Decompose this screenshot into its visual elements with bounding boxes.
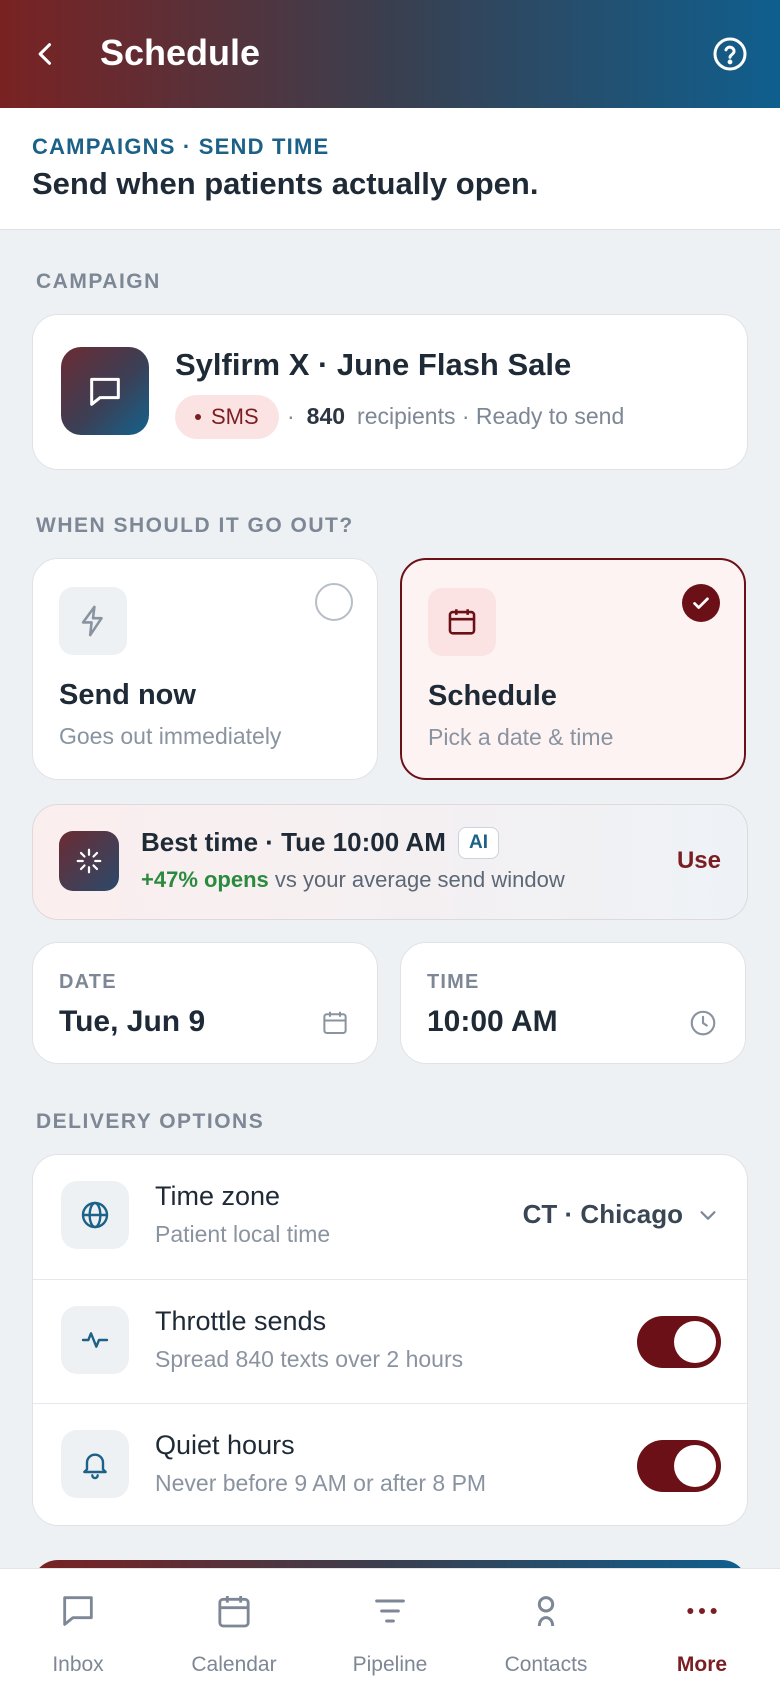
schedule-title: Schedule bbox=[428, 680, 557, 712]
open-uplift: +47% opens bbox=[141, 867, 269, 892]
schedule-option[interactable]: Schedule Pick a date & time bbox=[400, 558, 746, 780]
uplift-context: vs your average send window bbox=[274, 867, 565, 892]
nav-label: Contacts bbox=[504, 1653, 588, 1676]
quiet-toggle[interactable] bbox=[637, 1440, 721, 1492]
nav-label: Calendar bbox=[191, 1653, 277, 1676]
send-now-subtitle: Goes out immediately bbox=[59, 723, 282, 749]
more-icon bbox=[680, 1589, 724, 1633]
date-icon-wrap bbox=[319, 1007, 351, 1039]
delivery-section-label: DELIVERY OPTIONS bbox=[36, 1110, 265, 1133]
chat-icon bbox=[56, 1589, 100, 1633]
sparkle-icon bbox=[76, 848, 102, 874]
date-picker[interactable]: DATE Tue, Jun 9 bbox=[32, 942, 378, 1064]
bottom-nav: Inbox Calendar Pipeline Contacts More bbox=[0, 1568, 780, 1688]
timezone-row[interactable]: Time zone Patient local time CT · Chicag… bbox=[33, 1155, 747, 1279]
throttle-icon-box bbox=[61, 1306, 129, 1374]
date-value: Tue, Jun 9 bbox=[59, 1005, 206, 1038]
send-now-radio[interactable] bbox=[315, 583, 353, 621]
chevron-left-icon bbox=[38, 43, 52, 65]
toggle-knob bbox=[674, 1321, 716, 1363]
chevron-down-icon bbox=[700, 1210, 716, 1220]
nav-more[interactable]: More bbox=[624, 1569, 780, 1688]
use-best-time-button[interactable]: Use bbox=[677, 847, 721, 875]
throttle-title: Throttle sends bbox=[155, 1306, 327, 1336]
page-title: Schedule bbox=[100, 32, 261, 73]
timezone-value: CT · Chicago bbox=[522, 1199, 683, 1229]
campaign-meta: · 840 recipients · Ready to send bbox=[287, 403, 624, 430]
campaign-section-label: CAMPAIGN bbox=[36, 270, 161, 293]
clock-icon bbox=[690, 1010, 716, 1036]
timezone-icon-box bbox=[61, 1181, 129, 1249]
timezone-subtitle: Patient local time bbox=[155, 1221, 331, 1247]
time-icon-wrap bbox=[687, 1007, 719, 1039]
throttle-subtitle: Spread 840 texts over 2 hours bbox=[155, 1346, 464, 1372]
best-time-detail: +47% opens vs your average send window bbox=[141, 867, 565, 893]
filter-icon bbox=[368, 1589, 412, 1633]
person-icon bbox=[524, 1589, 568, 1633]
channel-badge: SMS bbox=[175, 395, 279, 439]
pulse-icon bbox=[81, 1332, 109, 1348]
calendar-icon bbox=[212, 1589, 256, 1633]
nav-label: Inbox bbox=[52, 1653, 104, 1676]
send-now-icon-box bbox=[59, 587, 127, 655]
recipient-count: 840 bbox=[306, 403, 346, 429]
ai-badge: AI bbox=[458, 827, 499, 859]
help-button[interactable] bbox=[710, 34, 750, 74]
nav-inbox[interactable]: Inbox bbox=[0, 1569, 156, 1688]
app-bar: Schedule bbox=[0, 0, 780, 108]
breadcrumb: CAMPAIGNS · SEND TIME bbox=[32, 134, 330, 159]
bell-icon bbox=[83, 1453, 107, 1480]
campaign-name: Sylfirm X · June Flash Sale bbox=[175, 347, 572, 382]
quiet-icon-box bbox=[61, 1430, 129, 1498]
time-value: 10:00 AM bbox=[427, 1005, 558, 1038]
nav-label: Pipeline bbox=[352, 1653, 428, 1676]
subheader: CAMPAIGNS · SEND TIME Send when patients… bbox=[0, 108, 780, 230]
when-section-label: WHEN SHOULD IT GO OUT? bbox=[36, 514, 354, 537]
send-now-option[interactable]: Send now Goes out immediately bbox=[32, 558, 378, 780]
delivery-options-card: Time zone Patient local time CT · Chicag… bbox=[32, 1154, 748, 1526]
send-now-title: Send now bbox=[59, 679, 196, 711]
help-icon bbox=[713, 37, 747, 71]
timezone-title: Time zone bbox=[155, 1181, 281, 1211]
headline: Send when patients actually open. bbox=[32, 166, 539, 201]
schedule-icon-box bbox=[428, 588, 496, 656]
calendar-icon bbox=[448, 609, 476, 635]
channel-label: SMS bbox=[211, 404, 259, 429]
quiet-title: Quiet hours bbox=[155, 1430, 295, 1460]
check-icon bbox=[693, 597, 709, 609]
sparkle-icon-box bbox=[59, 831, 119, 891]
best-time-suggestion: Best time · Tue 10:00 AM AI +47% opens v… bbox=[32, 804, 748, 920]
nav-pipeline[interactable]: Pipeline bbox=[312, 1569, 468, 1688]
nav-label: More bbox=[676, 1653, 728, 1676]
quiet-subtitle: Never before 9 AM or after 8 PM bbox=[155, 1470, 487, 1496]
toggle-knob bbox=[674, 1445, 716, 1487]
calendar-icon bbox=[323, 1011, 347, 1034]
date-label: DATE bbox=[59, 971, 117, 993]
globe-icon bbox=[81, 1201, 109, 1229]
message-icon bbox=[90, 377, 120, 406]
schedule-subtitle: Pick a date & time bbox=[428, 724, 614, 750]
throttle-row: Throttle sends Spread 840 texts over 2 h… bbox=[33, 1279, 747, 1403]
meta-separator: · bbox=[287, 403, 295, 429]
campaign-card[interactable]: Sylfirm X · June Flash Sale SMS · 840 re… bbox=[32, 314, 748, 470]
time-label: TIME bbox=[427, 971, 480, 993]
throttle-toggle[interactable] bbox=[637, 1316, 721, 1368]
channel-dot bbox=[195, 414, 201, 420]
nav-contacts[interactable]: Contacts bbox=[468, 1569, 624, 1688]
quiet-hours-row: Quiet hours Never before 9 AM or after 8… bbox=[33, 1403, 747, 1525]
lightning-icon bbox=[81, 605, 103, 637]
nav-calendar[interactable]: Calendar bbox=[156, 1569, 312, 1688]
time-picker[interactable]: TIME 10:00 AM bbox=[400, 942, 746, 1064]
campaign-status: recipients · Ready to send bbox=[357, 403, 625, 429]
schedule-radio[interactable] bbox=[682, 584, 720, 622]
best-time-title: Best time · Tue 10:00 AM bbox=[141, 827, 446, 857]
back-button[interactable] bbox=[22, 30, 70, 78]
campaign-icon bbox=[61, 347, 149, 435]
timezone-select[interactable]: CT · Chicago bbox=[523, 1199, 719, 1230]
